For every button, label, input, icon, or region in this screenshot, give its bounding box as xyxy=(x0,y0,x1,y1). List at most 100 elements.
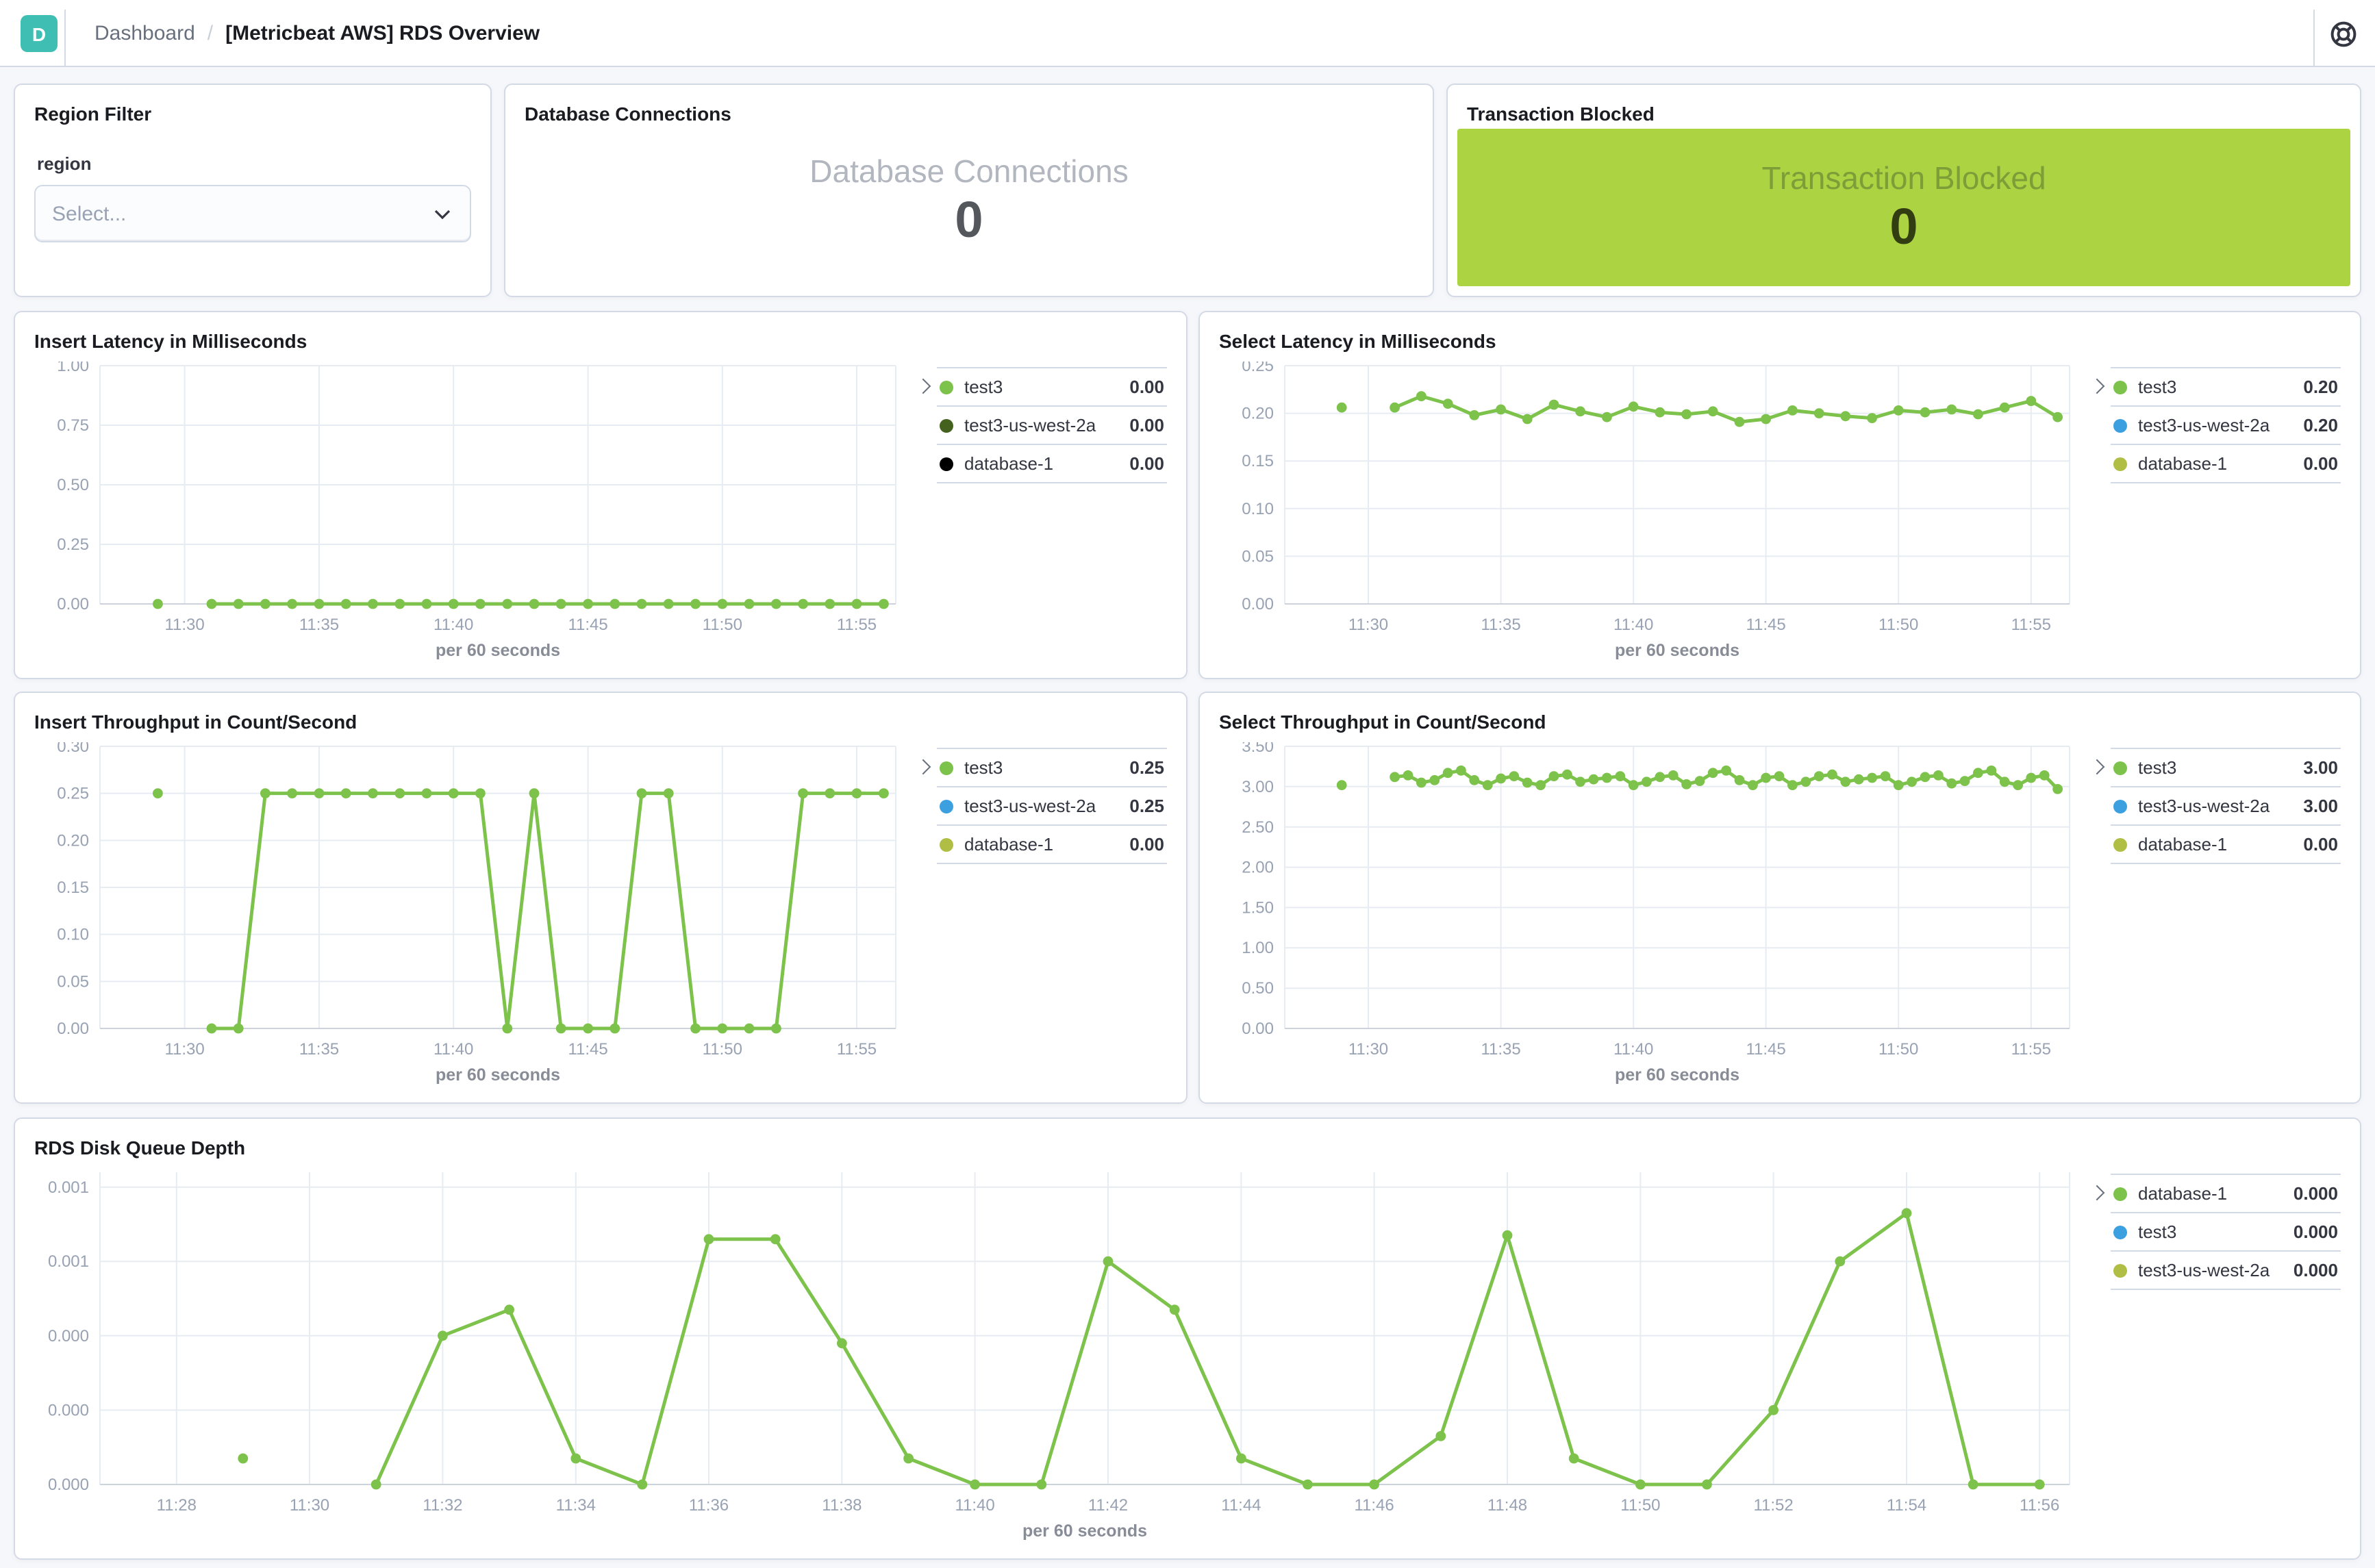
series-color-dot xyxy=(2113,1263,2127,1277)
legend-collapse-icon[interactable] xyxy=(2083,370,2111,403)
panel-title: Database Connections xyxy=(525,101,1413,126)
legend-item[interactable]: test3-us-west-2a3.00 xyxy=(2111,786,2341,824)
svg-text:11:45: 11:45 xyxy=(568,1040,607,1059)
svg-text:11:42: 11:42 xyxy=(1088,1496,1128,1515)
chart-plot[interactable]: 11:3011:3511:4011:4511:5011:551.000.750.… xyxy=(34,362,909,661)
help-icon[interactable] xyxy=(2328,19,2359,49)
legend-item[interactable]: database-10.000 xyxy=(2111,1174,2341,1212)
region-select[interactable]: Select... xyxy=(34,185,471,242)
svg-text:11:48: 11:48 xyxy=(1487,1496,1527,1515)
svg-text:per 60 seconds: per 60 seconds xyxy=(1615,641,1739,660)
panel-insert-throughput: Insert Throughput in Count/Second 11:301… xyxy=(14,692,1188,1104)
space-avatar[interactable]: D xyxy=(21,15,58,52)
svg-text:0.25: 0.25 xyxy=(57,535,89,554)
series-name: database-1 xyxy=(2138,834,2292,855)
svg-text:0.15: 0.15 xyxy=(1242,453,1274,471)
svg-text:1.50: 1.50 xyxy=(1242,899,1274,918)
series-name: test3-us-west-2a xyxy=(2138,1260,2283,1280)
legend-rows: test30.25test3-us-west-2a0.25database-10… xyxy=(937,748,1167,864)
breadcrumb-dashboard-link[interactable]: Dashboard xyxy=(95,22,195,45)
svg-text:11:46: 11:46 xyxy=(1354,1496,1394,1515)
series-color-dot xyxy=(940,761,953,774)
series-value: 0.00 xyxy=(1129,453,1164,474)
chart-legend: test3 0.20 test3-us-west-2a0.20database-10… xyxy=(2083,362,2341,661)
header-divider xyxy=(64,10,66,66)
svg-text:11:35: 11:35 xyxy=(299,1040,339,1059)
svg-text:per 60 seconds: per 60 seconds xyxy=(436,1065,560,1085)
chart-plot[interactable]: 11:2811:3011:3211:3411:3611:3811:4011:42… xyxy=(34,1168,2083,1542)
series-color-dot xyxy=(940,799,953,813)
svg-text:11:55: 11:55 xyxy=(837,1040,877,1059)
legend-item[interactable]: test3-us-west-2a0.00 xyxy=(937,405,1167,444)
page-title: [Metricbeat AWS] RDS Overview xyxy=(225,22,540,45)
legend-collapse-icon[interactable] xyxy=(909,750,937,783)
legend-item[interactable]: test30.25 xyxy=(937,748,1167,786)
legend-item[interactable]: test3-us-west-2a0.20 xyxy=(2111,405,2341,444)
legend-item[interactable]: test3-us-west-2a0.25 xyxy=(937,786,1167,824)
legend-item[interactable]: test33.00 xyxy=(2111,748,2341,786)
legend-item[interactable]: test30.000 xyxy=(2111,1212,2341,1250)
legend-item[interactable]: test3-us-west-2a 0.000 xyxy=(2111,1250,2341,1290)
series-color-dot xyxy=(940,457,953,470)
svg-text:2.50: 2.50 xyxy=(1242,818,1274,837)
series-color-dot xyxy=(940,418,953,432)
series-value: 0.000 xyxy=(2294,1260,2338,1280)
series-color-dot xyxy=(2113,418,2127,432)
series-name: database-1 xyxy=(2138,1183,2283,1204)
legend-item[interactable]: test30.00 xyxy=(937,367,1167,405)
series-name: test3-us-west-2a xyxy=(964,796,1118,816)
breadcrumb: Dashboard / [Metricbeat AWS] RDS Overvie… xyxy=(95,0,540,67)
series-name: database-1 xyxy=(2138,453,2292,474)
svg-text:11:38: 11:38 xyxy=(822,1496,862,1515)
svg-text:0.05: 0.05 xyxy=(1242,548,1274,566)
chart-legend: test33.00test3-us-west-2a3.00 database-1 0… xyxy=(2083,742,2341,1086)
svg-text:11:30: 11:30 xyxy=(164,1040,204,1059)
svg-text:0.000: 0.000 xyxy=(48,1402,89,1420)
svg-text:0.10: 0.10 xyxy=(1242,500,1274,518)
svg-text:11:50: 11:50 xyxy=(1878,616,1918,634)
series-name: database-1 xyxy=(964,834,1118,855)
svg-text:11:35: 11:35 xyxy=(1481,616,1520,634)
series-value: 0.00 xyxy=(2303,834,2338,855)
legend-item[interactable]: database-1 0.00 xyxy=(2111,824,2341,864)
svg-text:3.50: 3.50 xyxy=(1242,742,1274,756)
panel-database-connections: Database Connections Database Connection… xyxy=(504,84,1434,297)
chart-plot[interactable]: 11:3011:3511:4011:4511:5011:550.300.250.… xyxy=(34,742,909,1086)
svg-text:11:40: 11:40 xyxy=(1613,616,1653,634)
legend-collapse-icon[interactable] xyxy=(2083,1176,2111,1209)
svg-text:0.001: 0.001 xyxy=(48,1253,89,1272)
panel-rds-disk-queue-depth: RDS Disk Queue Depth 11:2811:3011:3211:3… xyxy=(14,1117,2361,1560)
series-name: test3 xyxy=(2138,377,2292,397)
panel-transaction-blocked: Transaction Blocked Transaction Blocked … xyxy=(1446,84,2361,297)
svg-text:11:30: 11:30 xyxy=(1348,1040,1388,1059)
chart-plot[interactable]: 11:3011:3511:4011:4511:5011:550.250.200.… xyxy=(1219,362,2083,661)
svg-text:0.15: 0.15 xyxy=(57,878,89,897)
series-color-dot xyxy=(2113,1225,2127,1239)
series-color-dot xyxy=(2113,380,2127,394)
svg-text:11:56: 11:56 xyxy=(2020,1496,2059,1515)
legend-collapse-icon[interactable] xyxy=(909,370,937,403)
svg-text:11:35: 11:35 xyxy=(1481,1040,1520,1059)
legend-item[interactable]: database-1 0.00 xyxy=(937,444,1167,483)
svg-text:0.00: 0.00 xyxy=(57,1020,89,1038)
chart-plot[interactable]: 11:3011:3511:4011:4511:5011:553.503.002.… xyxy=(1219,742,2083,1086)
svg-text:11:30: 11:30 xyxy=(290,1496,329,1515)
svg-text:11:54: 11:54 xyxy=(1887,1496,1926,1515)
legend-item[interactable]: test3 0.20 xyxy=(2111,367,2341,405)
svg-text:0.25: 0.25 xyxy=(1242,362,1274,375)
legend-item[interactable]: database-10.00 xyxy=(937,824,1167,864)
metric-label: Database Connections xyxy=(809,153,1128,192)
svg-text:11:50: 11:50 xyxy=(1878,1040,1918,1059)
svg-text:11:55: 11:55 xyxy=(2011,616,2051,634)
legend-item[interactable]: database-10.00 xyxy=(2111,444,2341,483)
chart-legend: test30.25test3-us-west-2a0.25database-10… xyxy=(909,742,1167,1086)
series-value: 3.00 xyxy=(2303,796,2338,816)
svg-text:0.50: 0.50 xyxy=(1242,980,1274,998)
svg-text:0.10: 0.10 xyxy=(57,926,89,944)
chart-legend: test30.00test3-us-west-2a0.00 database-1 0… xyxy=(909,362,1167,661)
series-value: 0.20 xyxy=(2303,377,2338,397)
series-color-dot xyxy=(2113,1187,2127,1200)
legend-collapse-icon[interactable] xyxy=(2083,750,2111,783)
svg-text:11:45: 11:45 xyxy=(568,616,607,634)
series-name: database-1 xyxy=(964,453,1118,474)
